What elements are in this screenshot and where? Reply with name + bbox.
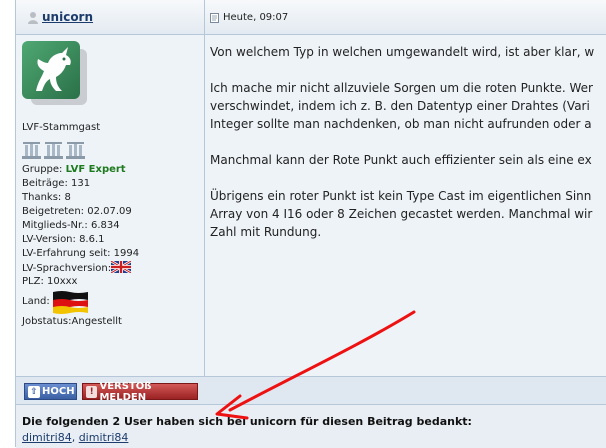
rank-pillar-icon: [44, 142, 63, 159]
avatar: [22, 41, 80, 99]
rank-pillar-icon: [66, 142, 85, 159]
report-button-label: VERSTOß MELDEN: [99, 380, 152, 403]
post-column: Heute, 09:07 Von welchem Typ in welchen …: [205, 0, 606, 404]
report-button[interactable]: ! VERSTOß MELDEN: [82, 380, 198, 403]
group-label: Gruppe:: [22, 164, 63, 175]
message-line: Manchmal kann der Rote Punkt auch effizi…: [210, 153, 592, 167]
country-line: Land:: [22, 289, 139, 315]
message-line: Von welchem Typ in welchen umgewandelt w…: [210, 45, 595, 59]
lv-version: LV-Version: 8.6.1: [22, 234, 105, 245]
thanks-users: dimitri84, dimitri84: [22, 431, 128, 444]
unicorn-icon: [36, 47, 71, 91]
rank-icons: [22, 135, 139, 163]
arrow-up-icon: ⇧: [28, 385, 40, 398]
lv-experience: LV-Erfahrung seit: 1994: [22, 248, 140, 259]
message-paragraph: Ich mache mir nicht allzuviele Sorgen um…: [210, 79, 606, 133]
post-container: unicorn LVF-Stammgast Gruppe: LVF Expert…: [15, 0, 606, 448]
message-line: Integer sollte man nachdenken, ob man ni…: [210, 117, 592, 131]
author-header: unicorn: [16, 0, 204, 35]
user-icon: [28, 12, 38, 24]
thanks-separator: ,: [71, 431, 79, 444]
message-line: verschwindet, indem ich z. B. den Datent…: [210, 99, 590, 113]
lv-language-line: LV-Sprachversion:: [22, 261, 139, 275]
job-status: Jobstatus:Angestellt: [22, 316, 122, 327]
message-paragraph: Übrigens ein roter Punkt ist kein Type C…: [210, 187, 606, 241]
thanks-user-link[interactable]: dimitri84: [79, 431, 129, 444]
message-line: Ich mache mir nicht allzuviele Sorgen um…: [210, 81, 593, 95]
top-button-label: HOCH: [42, 386, 75, 397]
thanks-user-link[interactable]: dimitri84: [22, 431, 72, 444]
thanks-text: Die folgenden 2 User haben sich bei unic…: [22, 415, 472, 428]
thanks-count: Thanks: 8: [22, 192, 71, 203]
gb-flag-icon: [111, 261, 132, 273]
member-number: Mitglieds-Nr.: 6.834: [22, 220, 120, 231]
rank-title: LVF-Stammgast: [22, 122, 101, 133]
message-line: Zahl mit Rundung.: [210, 225, 322, 239]
country-label: Land:: [22, 296, 50, 307]
de-flag-icon: [52, 291, 88, 314]
author-username-link[interactable]: unicorn: [42, 10, 93, 24]
post-header: Heute, 09:07: [205, 0, 606, 35]
author-stats: LVF-Stammgast Gruppe: LVF Expert Beiträg…: [22, 121, 139, 329]
rank-pillar-icon: [22, 142, 41, 159]
group-value: LVF Expert: [65, 164, 126, 175]
top-button[interactable]: ⇧ HOCH: [24, 383, 77, 400]
zip-code: PLZ: 10xxx: [22, 276, 78, 287]
author-column: unicorn LVF-Stammgast Gruppe: LVF Expert…: [16, 0, 205, 404]
post-document-icon: [210, 13, 219, 23]
post-date: Heute, 09:07: [223, 12, 289, 23]
message-line: Übrigens ein roter Punkt ist kein Type C…: [210, 189, 592, 203]
joined-date: Beigetreten: 02.07.09: [22, 206, 132, 217]
message-paragraph: Manchmal kann der Rote Punkt auch effizi…: [210, 151, 606, 169]
lv-language-label: LV-Sprachversion:: [22, 263, 112, 274]
group-line: Gruppe: LVF Expert: [22, 163, 139, 177]
message-line: Array von 4 I16 oder 8 Zeichen gecastet …: [210, 207, 593, 221]
message-paragraph: Von welchem Typ in welchen umgewandelt w…: [210, 43, 606, 61]
posts-count: Beiträge: 131: [22, 178, 91, 189]
thanks-box: Die folgenden 2 User haben sich bei unic…: [16, 404, 606, 448]
alert-icon: !: [86, 385, 98, 398]
post-button-bar: ⇧ HOCH ! VERSTOß MELDEN: [16, 376, 606, 405]
post-message: Von welchem Typ in welchen umgewandelt w…: [210, 43, 606, 259]
